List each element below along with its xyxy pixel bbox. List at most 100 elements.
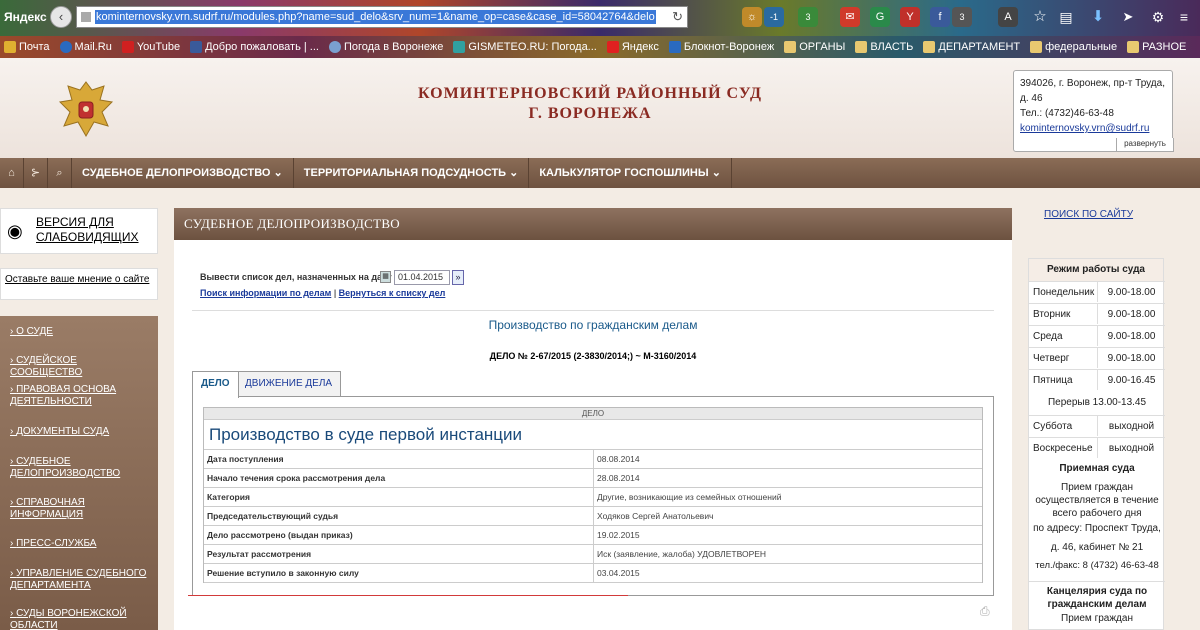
translate-icon[interactable]: A (998, 7, 1018, 27)
send-icon[interactable]: ➤ (1118, 7, 1138, 27)
court-name-line2: Г. ВОРОНЕЖА (528, 105, 652, 122)
calendar-icon[interactable]: ▦ (380, 271, 391, 283)
low-vision-link[interactable]: ВЕРСИЯ ДЛЯ СЛАБОВИДЯЩИХ (36, 215, 156, 245)
civil-office-text: Прием граждан (1061, 613, 1133, 624)
sidebar-item-court-documents[interactable]: › ДОКУМЕНТЫ СУДА (10, 426, 150, 438)
red-annotation-line (188, 595, 628, 596)
court-name: КОМИНТЕРНОВСКИЙ РАЙОННЫЙ СУД Г. ВОРОНЕЖА (380, 84, 800, 124)
instance-heading: Производство в суде первой инстанции (204, 420, 982, 450)
download-icon[interactable]: ⬇ (1088, 7, 1108, 27)
tab-case[interactable]: ДЕЛО (192, 371, 239, 398)
bookmark-weather[interactable]: Погода в Воронеже (328, 41, 443, 53)
site-search-link[interactable]: ПОИСК ПО САЙТУ (1044, 209, 1133, 220)
reload-icon[interactable]: ↻ (672, 9, 683, 25)
site-favicon-icon (81, 12, 91, 22)
case-search-link[interactable]: Поиск информации по делам (200, 288, 331, 298)
back-to-list-link[interactable]: Вернуться к списку дел (339, 288, 446, 298)
bookmark-mail[interactable]: Почта (4, 41, 50, 53)
reception-room: д. 46, кабинет № 21 (1050, 542, 1144, 553)
date-input[interactable]: 01.04.2015 (394, 270, 450, 285)
bookmarks-bar: Почта Mail.Ru YouTube Добро пожаловать |… (0, 36, 1200, 58)
sidebar-menu: › О СУДЕ › СУДЕЙСКОЕ СООБЩЕСТВО › ПРАВОВ… (0, 316, 158, 630)
submit-arrow-icon[interactable]: » (452, 270, 464, 285)
hours-row: Понедельник 9.00-18.00 (1029, 281, 1165, 302)
bookmark-yandex[interactable]: Яндекс (606, 41, 659, 53)
menu-icon[interactable]: ≡ (1174, 7, 1194, 27)
break-time: Перерыв 13.00-13.45 (1047, 397, 1147, 408)
coat-of-arms-icon (58, 81, 114, 138)
bookmark-mailru[interactable]: Mail.Ru (59, 41, 112, 53)
bookmark-folder-department[interactable]: ДЕПАРТАМЕНТ (923, 41, 1020, 53)
bookmark-folder-power[interactable]: ВЛАСТЬ (855, 41, 913, 53)
table-row: Дата поступления 08.08.2014 (204, 450, 982, 469)
tab-case-movement[interactable]: ДВИЖЕНИЕ ДЕЛА (236, 371, 342, 397)
ext-counter-1[interactable]: -1 (764, 7, 784, 27)
feedback-link[interactable]: Оставьте ваше мнение о сайте (5, 274, 149, 285)
sidebar-item-legal-basis[interactable]: › ПРАВОВАЯ ОСНОВА ДЕЯТЕЛЬНОСТИ (10, 384, 150, 408)
nav-item-fee-calculator[interactable]: КАЛЬКУЛЯТОР ГОСПОШЛИНЫ ⌄ (529, 158, 732, 188)
table-row: Решение вступило в законную силу 03.04.20… (204, 564, 982, 583)
back-button[interactable]: ‹ (50, 6, 72, 28)
case-tab-panel: ДЕЛО Производство в суде первой инстанци… (192, 396, 994, 596)
divider (192, 310, 994, 311)
y-icon[interactable]: Y (900, 7, 920, 27)
bookmark-bloknot[interactable]: Блокнот-Воронеж (668, 41, 774, 53)
mail-icon[interactable]: ✉ (840, 7, 860, 27)
feedback-box: Оставьте ваше мнение о сайте (0, 268, 158, 300)
search-icon[interactable]: ⌕ (48, 158, 72, 188)
hours-row: Пятница 9.00-16.45 (1029, 369, 1165, 390)
settings-icon[interactable]: ⚙ (1148, 7, 1168, 27)
case-table: ДЕЛО Производство в суде первой инстанци… (203, 407, 983, 583)
hours-title: Режим работы суда (1029, 259, 1163, 281)
browser-app-label: Яндекс (4, 10, 47, 24)
home-icon[interactable]: ⌂ (0, 158, 24, 188)
contact-address: 394026, г. Воронеж, пр-т Труда, д. 46 (1020, 78, 1165, 104)
civil-office-title: Канцелярия суда по гражданским делам (1029, 581, 1165, 611)
table-row: Дело рассмотрено (выдан приказ) 19.02.201… (204, 526, 982, 545)
address-bar[interactable]: kominternovsky.vrn.sudrf.ru/modules.php?… (76, 6, 688, 28)
sidebar-item-press-service[interactable]: › ПРЕСС-СЛУЖБА (10, 538, 150, 550)
hours-row: Среда 9.00-18.00 (1029, 325, 1165, 346)
bookmark-welcome[interactable]: Добро пожаловать | ... (190, 41, 319, 53)
star-icon[interactable]: ☆ (1030, 7, 1050, 27)
hours-row: Вторник 9.00-18.00 (1029, 303, 1165, 324)
bookmark-gismeteo[interactable]: GISMETEO.RU: Погода... (453, 41, 597, 53)
bookmark-folder-misc[interactable]: РАЗНОЕ (1127, 41, 1186, 53)
contact-expand-button[interactable]: развернуть (1116, 138, 1174, 152)
bookmark-folder-organs[interactable]: ОРГАНЫ (784, 41, 845, 53)
ext-counter-2[interactable]: 3 (798, 7, 818, 27)
sidebar-item-regional-courts[interactable]: › СУДЫ ВОРОНЕЖСКОЙ ОБЛАСТИ (10, 608, 150, 630)
browser-toolbar: Яндекс ‹ kominternovsky.vrn.sudrf.ru/mod… (0, 0, 1200, 36)
g-icon[interactable]: G (870, 7, 890, 27)
facebook-icon[interactable]: f (930, 7, 950, 27)
reception-text: Прием граждан осуществляется в течение в… (1035, 482, 1159, 519)
date-filter-label: Вывести список дел, назначенных на дату (200, 272, 392, 282)
sidebar-item-reference-info[interactable]: › СПРАВОЧНАЯ ИНФОРМАЦИЯ (10, 497, 150, 521)
weather-icon[interactable]: ☼ (742, 7, 762, 27)
link-separator: | (333, 288, 337, 298)
sidebar-item-judicial-community[interactable]: › СУДЕЙСКОЕ СООБЩЕСТВО (10, 355, 150, 379)
hours-row: Четверг 9.00-18.00 (1029, 347, 1165, 368)
sidebar-item-judicial-department[interactable]: › УПРАВЛЕНИЕ СУДЕБНОГО ДЕПАРТАМЕНТА (10, 568, 150, 592)
sidebar-item-proceedings[interactable]: › СУДЕБНОЕ ДЕЛОПРОИЗВОДСТВО (10, 456, 150, 480)
print-icon[interactable]: ⎙ (980, 604, 990, 619)
working-hours: Режим работы суда Понедельник 9.00-18.00 … (1028, 258, 1165, 630)
case-table-header: ДЕЛО (204, 408, 982, 420)
contact-phone: Тел.: (4732)46-63-48 (1020, 108, 1114, 119)
table-row: Категория Другие, возникающие из семейных… (204, 488, 982, 507)
low-vision-version[interactable]: ◉ ВЕРСИЯ ДЛЯ СЛАБОВИДЯЩИХ (0, 208, 158, 254)
reader-icon[interactable]: ▤ (1056, 7, 1076, 27)
sidebar-item-about[interactable]: › О СУДЕ (10, 326, 150, 338)
ext-counter-3[interactable]: 3 (952, 7, 972, 27)
table-row: Результат рассмотрения Иск (заявление, жа… (204, 545, 982, 564)
section-title: Производство по гражданским делам (488, 318, 698, 332)
bookmark-youtube[interactable]: YouTube (121, 41, 180, 53)
reception-address: по адресу: Проспект Труда, (1033, 523, 1161, 534)
contact-email-link[interactable]: kominternovsky.vrn@sudrf.ru (1020, 121, 1166, 136)
sitemap-icon[interactable]: ⊱ (24, 158, 48, 188)
bookmark-folder-federal[interactable]: федеральные (1030, 41, 1117, 53)
nav-item-court-proceedings[interactable]: СУДЕБНОЕ ДЕЛОПРОИЗВОДСТВО ⌄ (72, 158, 294, 188)
reception-title: Приемная суда (1059, 463, 1135, 474)
url-text[interactable]: kominternovsky.vrn.sudrf.ru/modules.php?… (95, 10, 656, 24)
nav-item-jurisdiction[interactable]: ТЕРРИТОРИАЛЬНАЯ ПОДСУДНОСТЬ ⌄ (294, 158, 530, 188)
